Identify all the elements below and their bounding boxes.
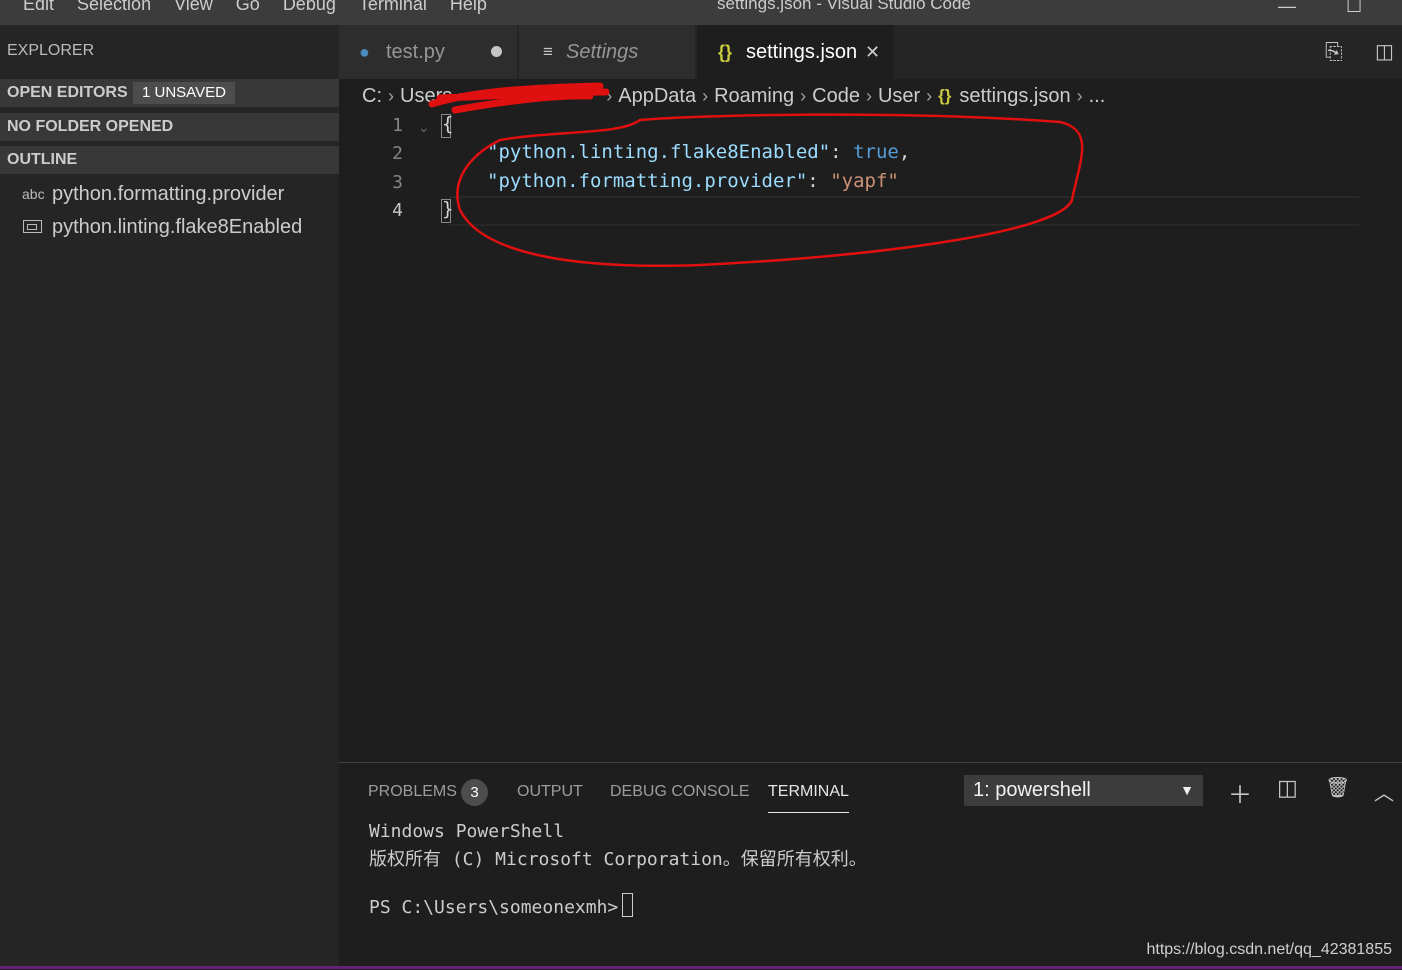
- breadcrumb-users[interactable]: Users: [400, 85, 452, 108]
- breadcrumb: C: › Users › › AppData › Roaming › Code › Use…: [362, 82, 1105, 110]
- tab-terminal[interactable]: TERMINAL: [768, 783, 849, 813]
- json-icon: {}: [938, 86, 952, 105]
- line-number: 4: [392, 200, 403, 221]
- unsaved-dot-icon[interactable]: [491, 46, 502, 57]
- chevron-right-icon: ›: [458, 85, 465, 106]
- json-icon: {}: [718, 42, 733, 62]
- menu-edit[interactable]: Edit: [23, 0, 54, 15]
- json-key: "python.formatting.provider": [487, 170, 808, 192]
- line-number: 3: [392, 172, 403, 193]
- menu-bar: Edit Selection View Go Debug Terminal He…: [0, 0, 487, 15]
- menu-help[interactable]: Help: [450, 0, 487, 15]
- open-editors-section[interactable]: OPEN EDITORS 1 UNSAVED: [0, 79, 339, 107]
- outline-item-formatting-provider[interactable]: abc python.formatting.provider: [0, 179, 339, 209]
- tab-label: Settings: [566, 41, 639, 63]
- chevron-right-icon: ›: [388, 85, 394, 106]
- chevron-right-icon: ›: [1076, 85, 1083, 106]
- breadcrumb-code[interactable]: Code: [812, 85, 860, 108]
- breadcrumb-roaming[interactable]: Roaming: [714, 85, 794, 108]
- tab-problems[interactable]: PROBLEMS: [368, 783, 457, 801]
- menu-go[interactable]: Go: [236, 0, 260, 15]
- json-comma: ,: [898, 141, 911, 163]
- menu-terminal[interactable]: Terminal: [359, 0, 427, 15]
- python-icon: ●: [359, 42, 370, 62]
- close-icon[interactable]: ✕: [865, 25, 880, 79]
- menu-selection[interactable]: Selection: [77, 0, 151, 15]
- dropdown-arrow-icon: ▼: [1180, 782, 1194, 798]
- explorer-title: EXPLORER: [7, 42, 95, 59]
- tab-label: settings.json: [746, 41, 858, 63]
- outline-item-label: python.linting.flake8Enabled: [52, 216, 303, 238]
- watermark: https://blog.csdn.net/qq_42381855: [1146, 941, 1392, 958]
- breadcrumb-settings-json[interactable]: settings.json: [959, 85, 1070, 108]
- split-editor-icon[interactable]: ◫: [1375, 39, 1394, 64]
- bottom-panel: PROBLEMS 3 OUTPUT DEBUG CONSOLE TERMINAL…: [339, 762, 1402, 970]
- minimize-button[interactable]: —: [1278, 0, 1296, 17]
- chevron-up-icon[interactable]: ︿: [1374, 777, 1394, 806]
- string-icon: abc: [22, 186, 45, 202]
- outline-section[interactable]: OUTLINE: [0, 146, 339, 174]
- json-value: "yapf": [830, 170, 899, 192]
- code-line-2: "python.linting.flake8Enabled": true,: [487, 141, 910, 163]
- open-editors-label: OPEN EDITORS: [7, 84, 128, 101]
- chevron-right-icon: ›: [926, 85, 933, 106]
- tab-output[interactable]: OUTPUT: [517, 783, 583, 801]
- chevron-right-icon: ›: [800, 85, 807, 106]
- plus-icon[interactable]: ＋: [1228, 775, 1252, 810]
- terminal-prompt-text: PS C:\Users\someonexmh>: [369, 897, 619, 918]
- json-key: "python.linting.flake8Enabled": [487, 141, 831, 163]
- json-colon: :: [830, 141, 854, 163]
- problems-count-badge: 3: [461, 779, 488, 806]
- maximize-button[interactable]: ☐: [1346, 0, 1362, 17]
- window-title: settings.json - Visual Studio Code: [717, 0, 971, 13]
- line-number: 1: [392, 115, 403, 136]
- code-open-brace: {: [442, 113, 454, 135]
- tab-debug-console[interactable]: DEBUG CONSOLE: [610, 783, 750, 801]
- outline-label: OUTLINE: [7, 151, 78, 168]
- open-changes-icon[interactable]: ⎘: [1325, 39, 1343, 65]
- tab-test-py[interactable]: ● test.py: [339, 25, 517, 79]
- json-colon: :: [807, 170, 831, 192]
- chevron-right-icon: ›: [865, 85, 872, 106]
- sidebar: EXPLORER OPEN EDITORS 1 UNSAVED NO FOLDE…: [0, 25, 339, 969]
- menu-view[interactable]: View: [174, 0, 213, 15]
- chevron-right-icon: ›: [702, 85, 709, 106]
- breadcrumb-user[interactable]: User: [878, 85, 920, 108]
- split-terminal-icon[interactable]: ◫: [1277, 775, 1298, 801]
- trash-icon[interactable]: 🗑: [1325, 775, 1350, 800]
- property-icon: [23, 220, 42, 233]
- outline-item-label: python.formatting.provider: [52, 183, 285, 205]
- chevron-down-icon[interactable]: ⌄: [418, 119, 430, 136]
- terminal-line: 版权所有 (C) Microsoft Corporation。保留所有权利。: [369, 849, 867, 870]
- code-close-brace: }: [442, 198, 454, 220]
- terminal-line: Windows PowerShell: [369, 821, 565, 842]
- unsaved-badge: 1 UNSAVED: [133, 82, 235, 104]
- breadcrumb-appdata[interactable]: AppData: [618, 85, 696, 108]
- no-folder-label: NO FOLDER OPENED: [7, 118, 174, 135]
- tab-label: test.py: [386, 41, 445, 63]
- terminal-prompt[interactable]: PS C:\Users\someonexmh>: [369, 893, 634, 918]
- tab-settings[interactable]: ≡ Settings: [519, 25, 695, 79]
- breadcrumb-drive[interactable]: C:: [362, 85, 382, 108]
- chevron-right-icon: ›: [606, 85, 613, 106]
- code-editor[interactable]: 1 2 3 4 ⌄ { "python.linting.flake8Enable…: [339, 112, 1402, 762]
- no-folder-section[interactable]: NO FOLDER OPENED: [0, 113, 339, 141]
- code-line-3: "python.formatting.provider": "yapf": [487, 170, 899, 192]
- settings-list-icon: ≡: [543, 42, 553, 61]
- outline-item-flake8-enabled[interactable]: python.linting.flake8Enabled: [0, 212, 339, 242]
- breadcrumb-more[interactable]: ...: [1089, 85, 1106, 108]
- terminal-select[interactable]: 1: powershell ▼: [964, 775, 1203, 806]
- editor-tab-bar: ● test.py ≡ Settings {} settings.json ✕ …: [339, 25, 1402, 79]
- terminal-select-value: 1: powershell: [973, 779, 1091, 801]
- tab-settings-json[interactable]: {} settings.json ✕: [697, 25, 893, 79]
- menu-debug[interactable]: Debug: [283, 0, 336, 15]
- terminal-cursor: [622, 893, 634, 917]
- json-value: true: [853, 141, 899, 163]
- title-bar: Edit Selection View Go Debug Terminal He…: [0, 0, 1402, 25]
- current-line-highlight: [449, 196, 1359, 226]
- line-number: 2: [392, 143, 403, 164]
